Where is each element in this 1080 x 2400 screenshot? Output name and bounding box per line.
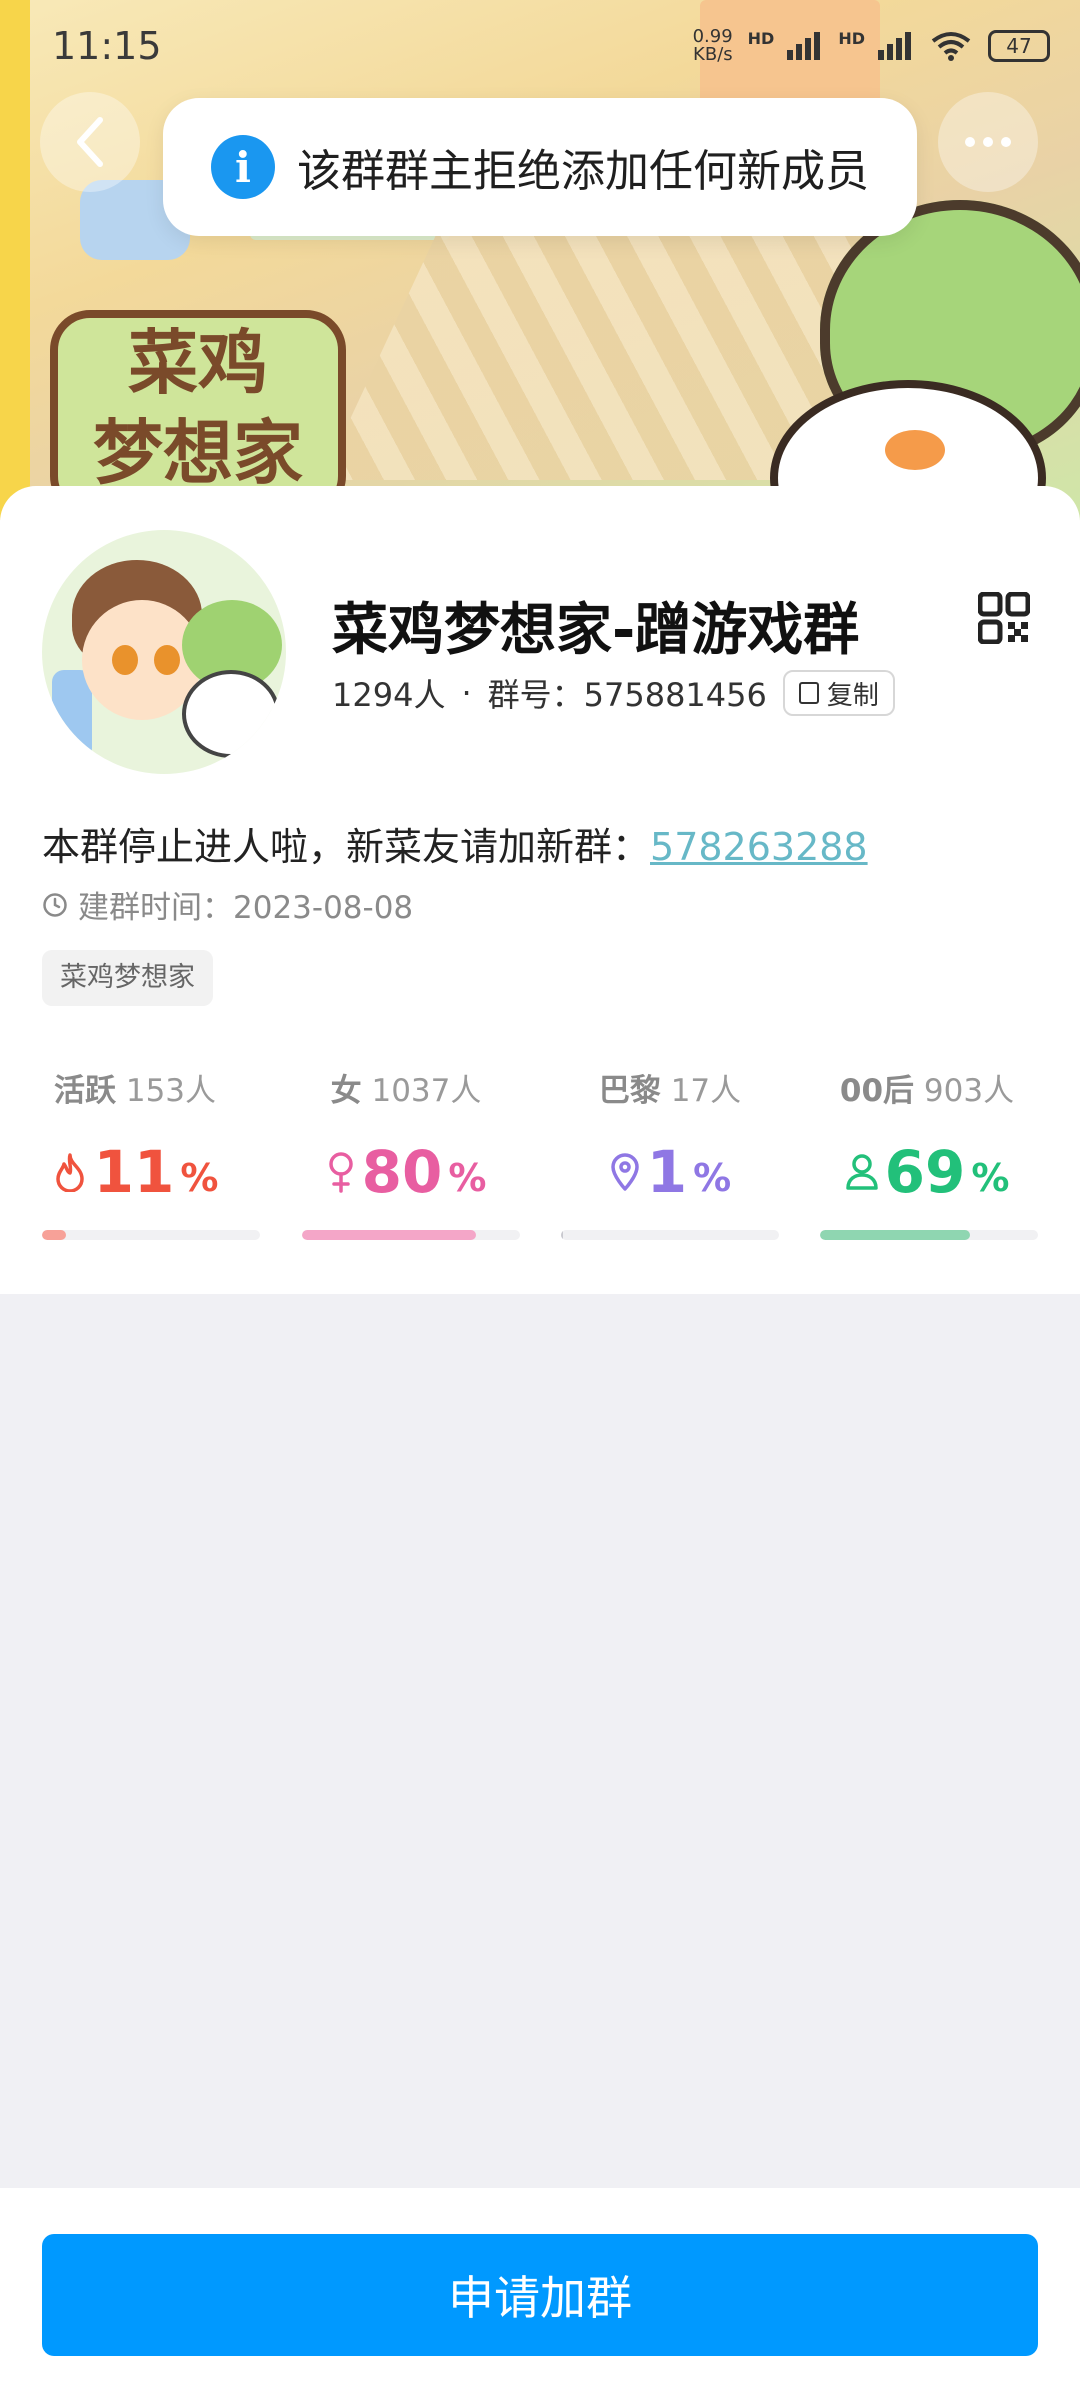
signal-icon [787, 32, 823, 60]
stat-active: 活跃 153人 11% [26, 1065, 244, 1206]
stat-age: 00后 903人 69% [818, 1065, 1036, 1206]
chevron-left-icon [77, 117, 103, 167]
stat-value: 69% [818, 1138, 1036, 1206]
toast-message: i 该群群主拒绝添加任何新成员 [163, 98, 917, 236]
wifi-icon [931, 32, 971, 61]
more-dot [983, 137, 993, 147]
banner-stripe [0, 0, 30, 520]
person-icon [845, 1154, 878, 1190]
copy-group-id-button[interactable]: 复制 [782, 670, 895, 716]
stat-female: 女 1037人 80% [297, 1065, 515, 1206]
stat-location: 巴黎 17人 1% [561, 1065, 779, 1206]
status-time: 11:15 [52, 24, 162, 68]
stat-bar-location [561, 1230, 779, 1240]
clock-icon [43, 892, 67, 917]
more-dot [1001, 137, 1011, 147]
copy-icon [798, 682, 819, 704]
more-button[interactable] [938, 92, 1038, 192]
stat-value: 1% [561, 1138, 779, 1206]
stat-bar-fill [302, 1230, 477, 1240]
back-button[interactable] [40, 92, 140, 192]
apply-join-button[interactable]: 申请加群 [42, 2234, 1038, 2356]
location-pin-icon [611, 1153, 639, 1191]
group-notice: 本群停止进人啦，新菜友请加新群：578263288 [42, 816, 868, 871]
status-icons: 0.99 KB/s HD HD 47 [693, 28, 1050, 64]
group-banner: 菜鸡 梦想家 [0, 0, 1080, 520]
separator: · [461, 674, 472, 712]
member-count: 1294人 [332, 676, 446, 714]
group-id: 群号：575881456 [487, 676, 767, 714]
flame-icon [55, 1153, 84, 1192]
battery-icon: 47 [988, 30, 1050, 62]
stat-value: 80% [297, 1138, 515, 1206]
new-group-link[interactable]: 578263288 [650, 825, 868, 869]
notice-text: 本群停止进人啦，新菜友请加新群： [42, 825, 651, 869]
net-speed: 0.99 KB/s [693, 28, 733, 64]
stat-label: 巴黎 17人 [598, 1073, 742, 1109]
toast-text: 该群群主拒绝添加任何新成员 [297, 146, 869, 197]
group-name: 菜鸡梦想家-蹭游戏群 [332, 598, 860, 663]
female-icon [328, 1152, 353, 1193]
info-icon: i [211, 135, 275, 199]
more-dot [965, 137, 975, 147]
copy-label: 复制 [826, 680, 879, 711]
stat-bar-fill [42, 1230, 66, 1240]
qr-code-icon[interactable] [978, 592, 1030, 644]
group-meta: 1294人 · 群号：575881456 复制 [332, 670, 895, 716]
created-date: 建群时间：2023-08-08 [42, 882, 413, 927]
created-label: 建群时间：2023-08-08 [78, 890, 414, 926]
stat-label: 活跃 153人 [53, 1073, 217, 1109]
stat-bar-fill [820, 1230, 971, 1240]
stat-value: 11% [26, 1138, 244, 1206]
hd-label: HD [838, 29, 865, 48]
group-avatar[interactable] [42, 530, 286, 774]
stat-bar-female [302, 1230, 520, 1240]
stat-bar-age [820, 1230, 1038, 1240]
signal-icon [878, 32, 914, 60]
stat-label: 女 1037人 [330, 1073, 482, 1109]
net-speed-unit: KB/s [693, 44, 733, 65]
group-tag[interactable]: 菜鸡梦想家 [42, 950, 213, 1006]
banner-chick-beak [885, 430, 945, 470]
hd-label: HD [747, 29, 775, 48]
stat-label: 00后 903人 [839, 1073, 1015, 1109]
stat-bar-active [42, 1230, 260, 1240]
